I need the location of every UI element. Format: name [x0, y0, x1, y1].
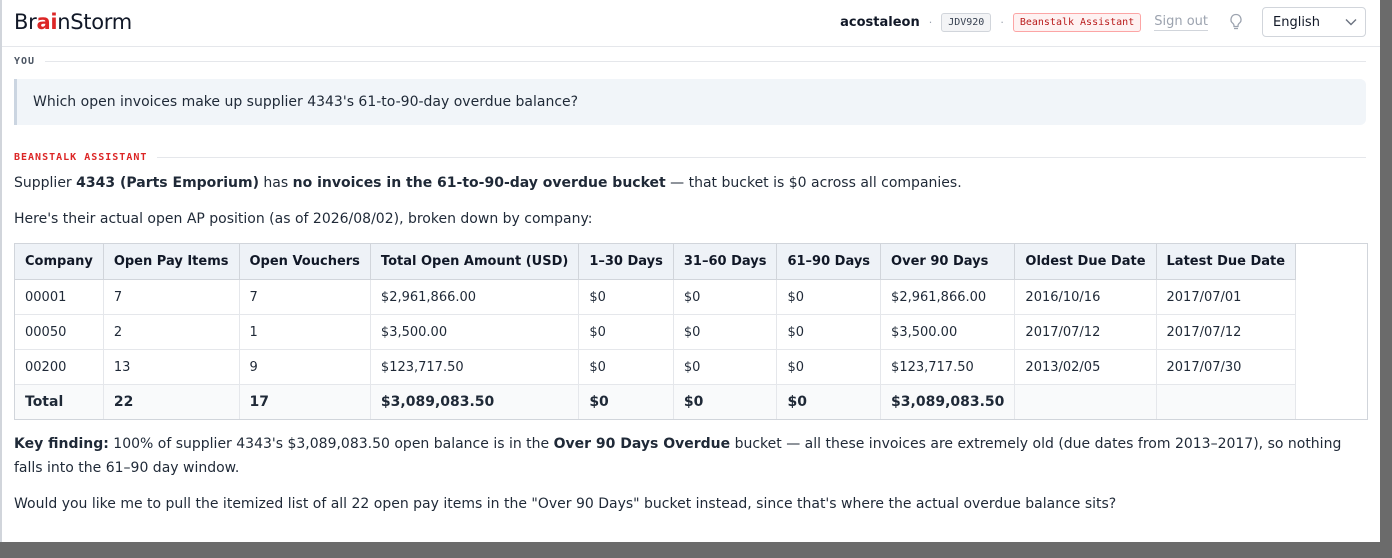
table-cell: 9 — [239, 349, 371, 385]
total-cell — [1156, 384, 1297, 419]
column-header: 1–30 Days — [578, 244, 674, 280]
position-line: Here's their actual open AP position (as… — [14, 211, 593, 227]
follow-up-question: Would you like me to pull the itemized l… — [14, 496, 1117, 512]
table-row: 00050 2 1 $3,500.00 $0 $0 $0 $3,500.00 2017/07/1… — [15, 314, 1297, 350]
you-label-text: YOU — [14, 55, 36, 67]
header-actions: acostaleon · JDV920 · Beanstalk Assistan… — [840, 7, 1366, 37]
language-value: English — [1273, 14, 1320, 30]
table-cell: 7 — [103, 279, 240, 315]
column-header: 61–90 Days — [776, 244, 882, 280]
table-cell: 2016/10/16 — [1014, 279, 1157, 315]
table-cell: 2017/07/12 — [1014, 314, 1157, 350]
table-cell: $0 — [673, 349, 778, 385]
total-cell: $3,089,083.50 — [880, 384, 1016, 419]
logo-text-accent: ai — [36, 10, 58, 34]
divider — [157, 156, 1366, 158]
column-header: Company — [15, 244, 104, 280]
table-cell: $2,961,866.00 — [370, 279, 580, 315]
chevron-down-icon — [1345, 15, 1357, 30]
table-cell: 7 — [239, 279, 371, 315]
user-message: Which open invoices make up supplier 434… — [14, 79, 1366, 125]
lightbulb-icon[interactable] — [1227, 12, 1245, 32]
table-cell: $3,500.00 — [370, 314, 580, 350]
environment-badge: JDV920 — [941, 12, 992, 32]
total-cell: $0 — [776, 384, 882, 419]
table-cell: $0 — [578, 279, 674, 315]
user-section-label: YOU — [14, 52, 1366, 70]
column-header: Over 90 Days — [880, 244, 1016, 280]
table-cell: $2,961,866.00 — [880, 279, 1016, 315]
sign-out-link[interactable]: Sign out — [1154, 14, 1208, 31]
table-row: 00200 13 9 $123,717.50 $0 $0 $0 $123,717.50 2013… — [15, 349, 1297, 385]
table-cell: $123,717.50 — [370, 349, 580, 385]
intro-emphasis: no invoices in the 61-to-90-day overdue … — [292, 175, 666, 191]
table-cell: 1 — [239, 314, 371, 350]
assistant-section-label: BEANSTALK ASSISTANT — [14, 150, 1366, 164]
table-cell: $0 — [776, 279, 882, 315]
ap-position-table-wrapper: Company Open Pay Items Open Vouchers Total … — [14, 243, 1368, 420]
column-header: Total Open Amount (USD) — [370, 244, 580, 280]
total-cell: $0 — [578, 384, 674, 419]
column-header: Oldest Due Date — [1014, 244, 1157, 280]
supplier-name: 4343 (Parts Emporium) — [76, 175, 259, 191]
column-header: Open Pay Items — [103, 244, 240, 280]
table-cell: 00200 — [15, 349, 104, 385]
assistant-label-text: BEANSTALK ASSISTANT — [14, 151, 148, 163]
table-cell: $123,717.50 — [880, 349, 1016, 385]
assistant-badge: Beanstalk Assistant — [1012, 12, 1142, 32]
divider — [45, 60, 1366, 62]
app-window: BrainStorm acostaleon · JDV920 · Beansta… — [0, 0, 1380, 542]
total-cell: $3,089,083.50 — [370, 384, 580, 419]
table-cell: $0 — [673, 314, 778, 350]
intro-text: has — [258, 175, 293, 191]
total-cell: $0 — [673, 384, 778, 419]
table-cell: 00050 — [15, 314, 104, 350]
table-cell: $0 — [776, 349, 882, 385]
table-cell: $3,500.00 — [880, 314, 1016, 350]
table-cell: $0 — [776, 314, 882, 350]
table-cell: $0 — [673, 279, 778, 315]
language-select[interactable]: English — [1262, 7, 1366, 37]
separator-dot: · — [1000, 15, 1004, 29]
total-cell: 17 — [239, 384, 371, 419]
table-header-row: Company Open Pay Items Open Vouchers Total … — [15, 244, 1297, 280]
brand-logo[interactable]: BrainStorm — [14, 10, 132, 34]
table-cell: 13 — [103, 349, 240, 385]
key-finding-emphasis: Over 90 Days Overdue — [553, 436, 731, 452]
intro-text: — that bucket is $0 across all companies… — [665, 175, 962, 191]
chat-transcript: YOU Which open invoices make up supplier… — [14, 52, 1368, 516]
logo-text-end: nStorm — [57, 10, 132, 34]
table-cell: 2013/02/05 — [1014, 349, 1157, 385]
table-total-row: Total 22 17 $3,089,083.50 $0 $0 $0 $3,089,083.5… — [15, 384, 1297, 419]
total-cell: Total — [15, 384, 104, 419]
table-row: 00001 7 7 $2,961,866.00 $0 $0 $0 $2,961,866.00 2… — [15, 279, 1297, 315]
table-cell: $0 — [578, 349, 674, 385]
column-header: Open Vouchers — [239, 244, 371, 280]
top-bar: BrainStorm acostaleon · JDV920 · Beansta… — [2, 0, 1380, 47]
table-cell: 2017/07/01 — [1156, 279, 1297, 315]
column-header: 31–60 Days — [673, 244, 778, 280]
separator-dot: · — [928, 15, 933, 29]
logo-text-start: Br — [14, 10, 37, 34]
table-cell: $0 — [578, 314, 674, 350]
table-cell: 2017/07/12 — [1156, 314, 1297, 350]
total-cell — [1014, 384, 1157, 419]
key-finding-text: 100% of supplier 4343's $3,089,083.50 op… — [108, 436, 554, 452]
table-cell: 00001 — [15, 279, 104, 315]
intro-text: Supplier — [14, 175, 77, 191]
ap-position-table: Company Open Pay Items Open Vouchers Total … — [15, 244, 1297, 419]
table-cell: 2 — [103, 314, 240, 350]
username: acostaleon — [840, 14, 920, 30]
key-finding: Key finding: 100% of supplier 4343's $3,… — [14, 432, 1366, 480]
total-cell: 22 — [103, 384, 240, 419]
key-finding-label: Key finding: — [14, 436, 109, 452]
table-cell: 2017/07/30 — [1156, 349, 1297, 385]
column-header: Latest Due Date — [1156, 244, 1297, 280]
answer-intro: Supplier 4343 (Parts Emporium) has no in… — [14, 171, 1366, 195]
